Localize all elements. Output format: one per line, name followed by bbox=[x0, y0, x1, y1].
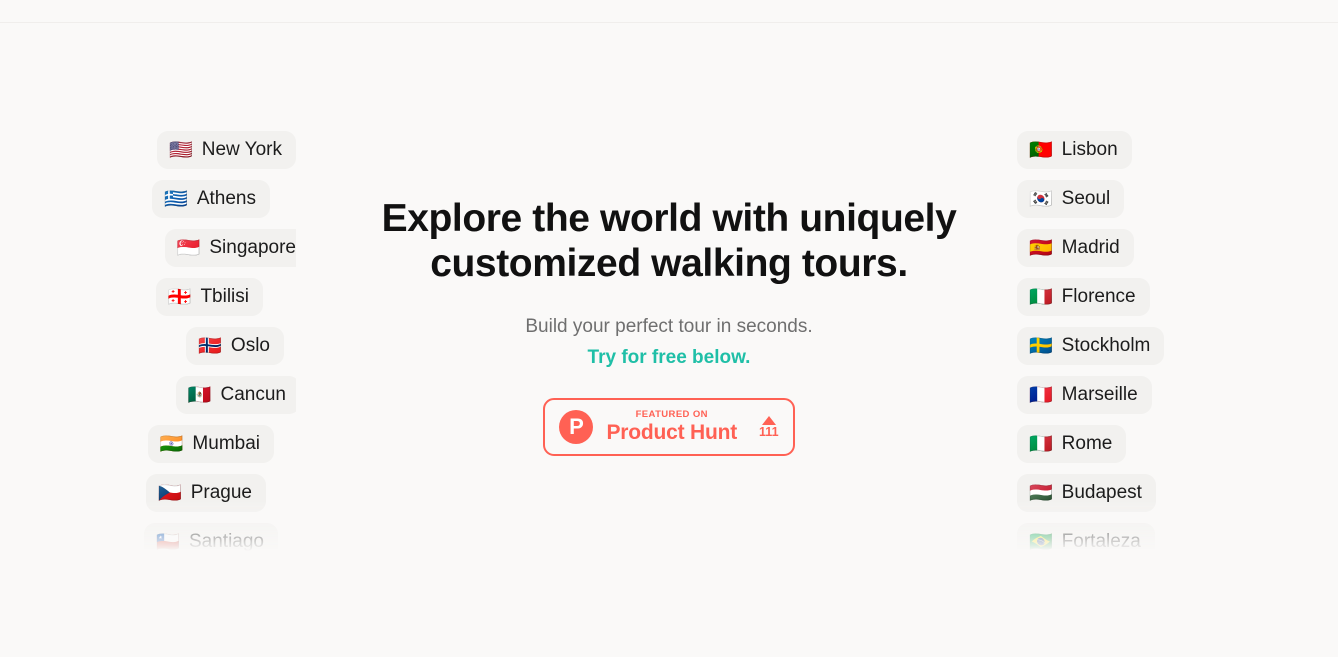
top-divider bbox=[0, 22, 1338, 23]
flag-brazil-icon: 🇧🇷 bbox=[1029, 530, 1053, 551]
city-chip-label: Madrid bbox=[1061, 237, 1120, 258]
product-hunt-upvote-count: 111 bbox=[759, 424, 779, 439]
page-title: Explore the world with uniquely customiz… bbox=[381, 197, 957, 285]
product-hunt-badge[interactable]: P FEATURED ON Product Hunt 111 bbox=[543, 398, 795, 456]
city-chip-tbilisi[interactable]: 🇬🇪 Tbilisi bbox=[155, 278, 263, 316]
flag-spain-icon: 🇪🇸 bbox=[1029, 236, 1053, 259]
product-hunt-upvotes[interactable]: 111 bbox=[759, 415, 779, 439]
city-chip-fortaleza[interactable]: 🇧🇷 Fortaleza bbox=[1017, 523, 1155, 551]
city-chip-stockholm[interactable]: 🇸🇪 Stockholm bbox=[1017, 327, 1165, 365]
city-chip-lisbon[interactable]: 🇵🇹 Lisbon bbox=[1017, 131, 1132, 169]
product-hunt-eyebrow: FEATURED ON bbox=[635, 409, 708, 421]
flag-norway-icon: 🇳🇴 bbox=[198, 334, 222, 357]
product-hunt-text: FEATURED ON Product Hunt bbox=[606, 410, 737, 444]
city-chip-label: Oslo bbox=[230, 335, 270, 356]
flag-india-icon: 🇮🇳 bbox=[159, 432, 184, 455]
flag-greece-icon: 🇬🇷 bbox=[164, 187, 188, 210]
flag-united-states-icon: 🇺🇸 bbox=[169, 138, 193, 161]
city-chip-label: Santiago bbox=[188, 531, 264, 551]
city-chip-rome[interactable]: 🇮🇹 Rome bbox=[1017, 425, 1127, 463]
city-chip-new-york[interactable]: 🇺🇸 New York bbox=[157, 131, 296, 169]
product-hunt-title: Product Hunt bbox=[606, 420, 738, 444]
product-hunt-logo-icon: P bbox=[559, 410, 594, 444]
hero-cta-text: Try for free below. bbox=[587, 347, 751, 368]
city-chip-madrid[interactable]: 🇪🇸 Madrid bbox=[1017, 229, 1134, 267]
city-chip-label: Lisbon bbox=[1061, 139, 1118, 160]
city-chip-label: Singapore bbox=[209, 237, 296, 258]
city-chip-cancun[interactable]: 🇲🇽 Cancun bbox=[175, 376, 296, 414]
flag-czech-republic-icon: 🇨🇿 bbox=[158, 481, 182, 504]
flag-hungary-icon: 🇭🇺 bbox=[1029, 481, 1053, 504]
flag-chile-icon: 🇨🇱 bbox=[156, 530, 180, 551]
city-chip-label: Fortaleza bbox=[1061, 531, 1141, 551]
city-chip-marseille[interactable]: 🇫🇷 Marseille bbox=[1017, 376, 1152, 414]
triangle-up-icon bbox=[761, 415, 776, 425]
flag-france-icon: 🇫🇷 bbox=[1029, 383, 1053, 406]
flag-italy-icon: 🇮🇹 bbox=[1029, 285, 1053, 308]
city-chip-athens[interactable]: 🇬🇷 Athens bbox=[152, 180, 270, 218]
city-chip-label: Budapest bbox=[1061, 482, 1142, 503]
flag-singapore-icon: 🇸🇬 bbox=[176, 236, 201, 259]
city-chip-column-left[interactable]: 🇺🇸 New York 🇬🇷 Athens 🇸🇬 Singapore 🇬🇪 Tbilisi 🇳🇴… bbox=[0, 131, 296, 551]
city-chip-label: Florence bbox=[1061, 286, 1136, 307]
city-chip-label: Athens bbox=[196, 188, 256, 209]
flag-south-korea-icon: 🇰🇷 bbox=[1029, 187, 1053, 210]
flag-italy-icon: 🇮🇹 bbox=[1029, 432, 1053, 455]
city-chip-mumbai[interactable]: 🇮🇳 Mumbai bbox=[147, 425, 274, 463]
city-chip-label: Marseille bbox=[1061, 384, 1138, 405]
city-chip-label: Stockholm bbox=[1061, 335, 1151, 356]
product-hunt-logo-letter: P bbox=[569, 413, 584, 439]
city-chip-label: Cancun bbox=[220, 384, 287, 405]
city-chip-oslo[interactable]: 🇳🇴 Oslo bbox=[186, 327, 284, 365]
city-chip-budapest[interactable]: 🇭🇺 Budapest bbox=[1017, 474, 1156, 512]
city-chip-seoul[interactable]: 🇰🇷 Seoul bbox=[1017, 180, 1125, 218]
city-chip-florence[interactable]: 🇮🇹 Florence bbox=[1017, 278, 1150, 316]
city-chip-label: Seoul bbox=[1061, 188, 1111, 209]
hero-section: Explore the world with uniquely customiz… bbox=[359, 196, 979, 456]
flag-mexico-icon: 🇲🇽 bbox=[187, 383, 212, 406]
city-chip-prague[interactable]: 🇨🇿 Prague bbox=[146, 474, 266, 512]
hero-subheading: Build your perfect tour in seconds. bbox=[525, 316, 813, 337]
flag-portugal-icon: 🇵🇹 bbox=[1029, 138, 1053, 161]
city-chip-label: Mumbai bbox=[192, 433, 260, 454]
flag-sweden-icon: 🇸🇪 bbox=[1029, 334, 1053, 357]
city-chip-label: Rome bbox=[1061, 433, 1113, 454]
city-chip-santiago[interactable]: 🇨🇱 Santiago bbox=[144, 523, 278, 551]
city-chip-label: Tbilisi bbox=[200, 286, 249, 307]
product-hunt-badge-wrapper: P FEATURED ON Product Hunt 111 bbox=[359, 398, 979, 456]
landing-page: 🇺🇸 New York 🇬🇷 Athens 🇸🇬 Singapore 🇬🇪 Tbilisi 🇳🇴… bbox=[0, 0, 1338, 657]
city-chip-label: Prague bbox=[190, 482, 252, 503]
city-chip-label: New York bbox=[201, 139, 282, 160]
city-chip-column-right[interactable]: 🇵🇹 Lisbon 🇰🇷 Seoul 🇪🇸 Madrid 🇮🇹 Florence 🇸🇪 Stock… bbox=[1017, 131, 1317, 551]
flag-georgia-icon: 🇬🇪 bbox=[167, 285, 192, 308]
city-chip-singapore[interactable]: 🇸🇬 Singapore bbox=[164, 229, 296, 267]
